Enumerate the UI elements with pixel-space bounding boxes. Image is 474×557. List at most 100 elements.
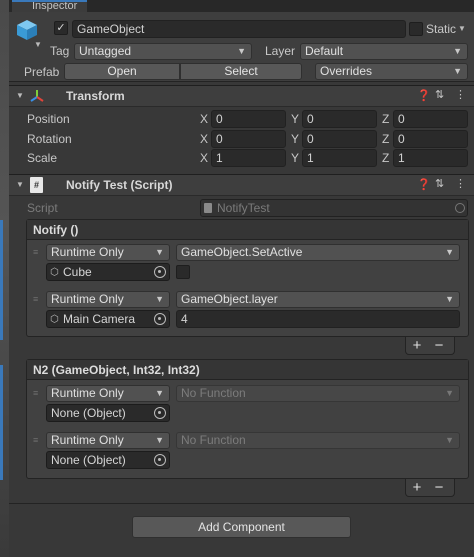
- tag-label: Tag: [50, 44, 70, 58]
- transform-title: Transform: [66, 89, 125, 103]
- tab-inspector-label: Inspector: [32, 0, 78, 12]
- rotation-x-field[interactable]: 0: [211, 130, 286, 148]
- function-value: No Function: [181, 386, 246, 400]
- tag-value: Untagged: [79, 44, 132, 58]
- help-icon[interactable]: ❓: [417, 89, 431, 102]
- rotation-y-field[interactable]: 0: [302, 130, 377, 148]
- rotation-z-field[interactable]: 0: [393, 130, 468, 148]
- runtime-mode-dropdown[interactable]: Runtime Only ▼: [46, 244, 170, 261]
- target-object-field[interactable]: Cube: [46, 263, 170, 281]
- icon-dropdown-icon[interactable]: ▼: [34, 40, 42, 49]
- preset-sliders-icon[interactable]: ⇅: [435, 88, 444, 101]
- chevron-down-icon: ▼: [453, 46, 462, 56]
- context-menu-icon[interactable]: ⋮: [455, 88, 466, 101]
- position-x-axis[interactable]: X: [200, 112, 208, 126]
- static-toggle[interactable]: [409, 22, 423, 36]
- object-picker-icon: [455, 203, 465, 213]
- cube-icon: ⬡: [50, 314, 59, 325]
- add-entry-button[interactable]: +: [406, 479, 428, 496]
- drag-handle-icon[interactable]: ≡: [33, 247, 38, 257]
- position-y-axis[interactable]: Y: [291, 112, 299, 126]
- chevron-down-icon: ▼: [445, 294, 454, 304]
- add-component-button[interactable]: Add Component: [132, 516, 351, 538]
- scale-z-field[interactable]: 1: [393, 149, 468, 167]
- scale-x-field[interactable]: 1: [211, 149, 286, 167]
- object-picker-icon[interactable]: [154, 454, 166, 466]
- scale-x-axis[interactable]: X: [200, 151, 208, 165]
- object-picker-icon[interactable]: [154, 266, 166, 278]
- rotation-z-axis[interactable]: Z: [382, 132, 389, 146]
- event-list-controls: + −: [405, 337, 455, 355]
- function-dropdown[interactable]: GameObject.layer ▼: [176, 291, 460, 308]
- scene-view-edge: [0, 0, 9, 557]
- drag-handle-icon[interactable]: ≡: [33, 388, 38, 398]
- function-value: GameObject.SetActive: [181, 245, 303, 259]
- runtime-mode-dropdown[interactable]: Runtime Only ▼: [46, 385, 170, 402]
- runtime-mode-dropdown[interactable]: Runtime Only ▼: [46, 291, 170, 308]
- target-object-value: None (Object): [51, 406, 126, 420]
- help-icon[interactable]: ❓: [417, 178, 431, 191]
- layer-value: Default: [305, 44, 344, 58]
- foldout-arrow-icon[interactable]: ▼: [16, 180, 24, 189]
- add-entry-button[interactable]: +: [406, 337, 428, 354]
- script-field: NotifyTest: [200, 199, 468, 217]
- gameobject-cube-icon: [16, 19, 38, 41]
- chevron-down-icon: ▼: [445, 388, 454, 398]
- static-dropdown-icon[interactable]: ▼: [458, 24, 466, 33]
- target-object-value: Cube: [63, 265, 92, 279]
- object-name-input[interactable]: GameObject: [72, 20, 406, 38]
- foldout-arrow-icon[interactable]: ▼: [16, 91, 24, 100]
- prefab-open-button[interactable]: Open: [64, 63, 180, 80]
- chevron-down-icon: ▼: [155, 247, 164, 257]
- chevron-down-icon: ▼: [453, 66, 462, 76]
- position-z-field[interactable]: 0: [393, 110, 468, 128]
- function-value: GameObject.layer: [181, 292, 278, 306]
- layer-label: Layer: [265, 44, 296, 58]
- target-object-value: None (Object): [51, 453, 126, 467]
- remove-entry-button[interactable]: −: [428, 479, 450, 496]
- chevron-down-icon: ▼: [445, 435, 454, 445]
- target-object-field[interactable]: Main Camera: [46, 310, 170, 328]
- chevron-down-icon: ▼: [155, 388, 164, 398]
- remove-entry-button[interactable]: −: [428, 337, 450, 354]
- position-x-field[interactable]: 0: [211, 110, 286, 128]
- setactive-bool-toggle[interactable]: [176, 265, 190, 279]
- preset-sliders-icon[interactable]: ⇅: [435, 177, 444, 190]
- object-picker-icon[interactable]: [154, 313, 166, 325]
- drag-handle-icon[interactable]: ≡: [33, 294, 38, 304]
- position-z-axis[interactable]: Z: [382, 112, 389, 126]
- scale-label: Scale: [27, 151, 58, 165]
- target-object-field[interactable]: None (Object): [46, 451, 170, 469]
- script-file-icon: #: [30, 177, 43, 193]
- function-dropdown[interactable]: No Function ▼: [176, 385, 460, 402]
- context-menu-icon[interactable]: ⋮: [455, 177, 466, 190]
- rotation-y-axis[interactable]: Y: [291, 132, 299, 146]
- overrides-value: Overrides: [320, 64, 373, 78]
- tab-inspector[interactable]: Inspector: [12, 0, 87, 12]
- function-dropdown[interactable]: GameObject.SetActive ▼: [176, 244, 460, 261]
- layer-int-field[interactable]: 4: [176, 310, 460, 328]
- chevron-down-icon: ▼: [445, 247, 454, 257]
- function-value: No Function: [181, 433, 246, 447]
- prefab-select-button[interactable]: Select: [180, 63, 302, 80]
- scale-z-axis[interactable]: Z: [382, 151, 389, 165]
- cube-icon: ⬡: [50, 267, 59, 278]
- position-y-field[interactable]: 0: [302, 110, 377, 128]
- runtime-mode-dropdown[interactable]: Runtime Only ▼: [46, 432, 170, 449]
- object-picker-icon[interactable]: [154, 407, 166, 419]
- tag-dropdown[interactable]: Untagged ▼: [74, 43, 252, 60]
- drag-handle-icon[interactable]: ≡: [33, 435, 38, 445]
- event-notify-header: Notify (): [27, 220, 468, 240]
- function-dropdown[interactable]: No Function ▼: [176, 432, 460, 449]
- script-value: NotifyTest: [217, 201, 270, 215]
- active-toggle[interactable]: ✓: [54, 21, 68, 35]
- layer-dropdown[interactable]: Default ▼: [300, 43, 468, 60]
- prefab-overrides-dropdown[interactable]: Overrides ▼: [315, 63, 468, 80]
- scale-y-field[interactable]: 1: [302, 149, 377, 167]
- rotation-x-axis[interactable]: X: [200, 132, 208, 146]
- scale-y-axis[interactable]: Y: [291, 151, 299, 165]
- chevron-down-icon: ▼: [155, 435, 164, 445]
- prefab-label: Prefab: [24, 65, 60, 79]
- target-object-value: Main Camera: [63, 312, 136, 326]
- target-object-field[interactable]: None (Object): [46, 404, 170, 422]
